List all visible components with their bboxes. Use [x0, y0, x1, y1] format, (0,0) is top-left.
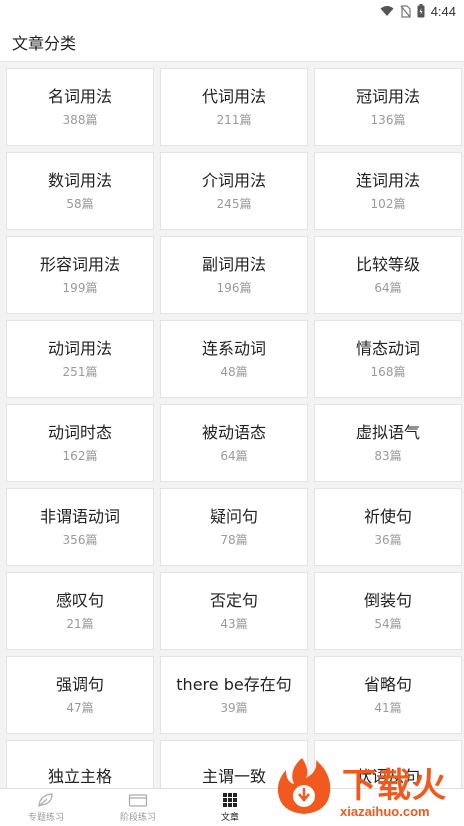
category-title: 否定句 — [209, 591, 258, 610]
category-card[interactable]: 连词用法 102篇 — [314, 152, 462, 230]
category-title: 感叹句 — [55, 591, 104, 610]
category-title: 强调句 — [55, 675, 104, 694]
category-count: 251篇 — [62, 365, 98, 379]
category-card[interactable]: 动词用法 251篇 — [6, 320, 154, 398]
category-title: 连系动词 — [201, 339, 266, 358]
category-card[interactable]: 比较等级 64篇 — [314, 236, 462, 314]
category-title: 比较等级 — [355, 255, 420, 274]
category-card[interactable]: 独立主格 — [6, 740, 154, 788]
category-count: 388篇 — [62, 113, 98, 127]
category-count: 78篇 — [220, 533, 248, 547]
category-card[interactable]: 连系动词 48篇 — [160, 320, 308, 398]
category-count: 43篇 — [220, 617, 248, 631]
category-count: 83篇 — [374, 449, 402, 463]
category-card[interactable]: 虚拟语气 83篇 — [314, 404, 462, 482]
watermark-site: xiazaihuo.com — [340, 804, 430, 819]
category-card[interactable]: 数词用法 58篇 — [6, 152, 154, 230]
category-title: 连词用法 — [355, 171, 420, 190]
page-title: 文章分类 — [12, 33, 77, 53]
category-card[interactable]: 疑问句 78篇 — [160, 488, 308, 566]
category-title: 虚拟语气 — [355, 423, 420, 442]
status-time: 4:44 — [430, 3, 456, 19]
battery-icon — [417, 4, 425, 18]
status-bar: 4:44 — [0, 0, 464, 22]
category-title: 主谓一致 — [201, 767, 266, 786]
category-count: 47篇 — [66, 701, 94, 715]
category-title: 副词用法 — [201, 255, 266, 274]
category-title: 代词用法 — [201, 87, 266, 106]
category-count: 54篇 — [374, 617, 402, 631]
watermark-logo: 下载火 xiazaihuo.com — [272, 752, 464, 826]
category-card[interactable]: 形容词用法 199篇 — [6, 236, 154, 314]
category-card[interactable]: 倒装句 54篇 — [314, 572, 462, 650]
watermark-brand: 下载火 — [342, 766, 447, 806]
category-count: 39篇 — [220, 701, 248, 715]
folder-icon — [128, 794, 148, 807]
category-card[interactable]: 情态动词 168篇 — [314, 320, 462, 398]
no-sim-icon — [400, 4, 411, 18]
category-count: 245篇 — [216, 197, 252, 211]
category-title: 被动语态 — [201, 423, 266, 442]
category-card[interactable]: 省略句 41篇 — [314, 656, 462, 734]
category-title: 动词时态 — [47, 423, 112, 442]
category-card[interactable]: 代词用法 211篇 — [160, 68, 308, 146]
category-count: 356篇 — [62, 533, 98, 547]
category-title: there be存在句 — [176, 675, 292, 694]
category-list[interactable]: 名词用法 388篇 代词用法 211篇 冠词用法 136篇 数词用法 58篇 介词用法 245篇连… — [0, 62, 464, 788]
nav-label: 专题练习 — [27, 813, 64, 823]
category-card[interactable]: there be存在句 39篇 — [160, 656, 308, 734]
flame-logo-icon — [277, 758, 331, 814]
category-count: 168篇 — [370, 365, 406, 379]
wifi-icon — [380, 6, 394, 16]
category-count: 64篇 — [374, 281, 402, 295]
category-title: 非谓语动词 — [39, 507, 120, 526]
category-count: 199篇 — [62, 281, 98, 295]
category-title: 名词用法 — [47, 87, 112, 106]
category-count: 211篇 — [216, 113, 252, 127]
category-count: 196篇 — [216, 281, 252, 295]
category-card[interactable]: 否定句 43篇 — [160, 572, 308, 650]
category-grid: 名词用法 388篇 代词用法 211篇 冠词用法 136篇 数词用法 58篇 介词用法 245篇连… — [6, 68, 462, 788]
category-title: 省略句 — [363, 675, 412, 694]
category-count: 162篇 — [62, 449, 98, 463]
category-title: 情态动词 — [355, 339, 420, 358]
category-card[interactable]: 副词用法 196篇 — [160, 236, 308, 314]
category-card[interactable]: 被动语态 64篇 — [160, 404, 308, 482]
category-title: 动词用法 — [47, 339, 112, 358]
category-card[interactable]: 名词用法 388篇 — [6, 68, 154, 146]
category-title: 数词用法 — [47, 171, 112, 190]
category-count: 41篇 — [374, 701, 402, 715]
category-title: 倒装句 — [363, 591, 412, 610]
category-count: 36篇 — [374, 533, 402, 547]
category-count: 48篇 — [220, 365, 248, 379]
category-card[interactable]: 动词时态 162篇 — [6, 404, 154, 482]
app-bar: 文章分类 — [0, 22, 464, 62]
category-card[interactable]: 强调句 47篇 — [6, 656, 154, 734]
nav-tab-articles[interactable]: 文章 — [184, 789, 276, 826]
category-count: 58篇 — [66, 197, 94, 211]
leaf-icon — [38, 793, 53, 808]
category-title: 形容词用法 — [39, 255, 120, 274]
grid-icon — [223, 793, 237, 807]
category-title: 介词用法 — [201, 171, 266, 190]
category-count: 102篇 — [370, 197, 406, 211]
category-card[interactable]: 冠词用法 136篇 — [314, 68, 462, 146]
nav-label: 阶段练习 — [119, 813, 156, 823]
nav-tab-stage-practice[interactable]: 阶段练习 — [92, 789, 184, 826]
category-card[interactable]: 感叹句 21篇 — [6, 572, 154, 650]
category-title: 疑问句 — [209, 507, 258, 526]
category-count: 136篇 — [370, 113, 406, 127]
category-card[interactable]: 介词用法 245篇 — [160, 152, 308, 230]
category-title: 祈使句 — [363, 507, 412, 526]
category-count: 64篇 — [220, 449, 248, 463]
nav-label: 文章 — [220, 813, 239, 823]
category-title: 冠词用法 — [355, 87, 420, 106]
category-title: 独立主格 — [47, 767, 112, 786]
category-count: 21篇 — [66, 617, 94, 631]
category-card[interactable]: 非谓语动词 356篇 — [6, 488, 154, 566]
nav-tab-topic-practice[interactable]: 专题练习 — [0, 789, 92, 826]
category-card[interactable]: 祈使句 36篇 — [314, 488, 462, 566]
